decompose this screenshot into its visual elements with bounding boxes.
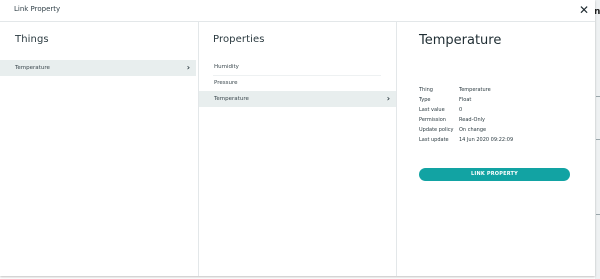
detail-key: Last value [419, 107, 445, 113]
property-item-label: Temperature [214, 96, 249, 102]
detail-value: 14 Jun 2020 09:22:09 [459, 137, 514, 143]
properties-column: Properties Humidity Pressure Temperature… [199, 22, 397, 276]
background-divider [596, 96, 600, 97]
property-detail-panel: Temperature Thing Temperature Type Float… [397, 22, 595, 276]
property-item-label: Humidity [214, 64, 239, 70]
property-item-pressure[interactable]: Pressure [199, 75, 396, 91]
background-divider [596, 214, 600, 215]
background-divider [596, 139, 600, 140]
detail-key: Thing [419, 87, 433, 93]
detail-key: Update policy [419, 127, 454, 133]
detail-key: Type [419, 97, 431, 103]
dialog-header: Link Property ✕ [0, 0, 595, 22]
chevron-right-icon: › [186, 63, 190, 72]
chevron-right-icon: › [386, 94, 390, 103]
detail-value: Float [459, 97, 472, 103]
property-item-label: Pressure [214, 80, 238, 86]
detail-value: 0 [459, 107, 463, 113]
detail-value: Temperature [459, 87, 491, 93]
things-heading: Things [15, 34, 49, 45]
detail-key: Last update [419, 137, 449, 143]
link-property-button[interactable]: LINK PROPERTY [419, 168, 570, 181]
things-column: Things Temperature › [0, 22, 199, 276]
link-property-dialog: Link Property ✕ Things Temperature › Pro… [0, 0, 595, 276]
detail-value: Read-Only [459, 117, 485, 123]
dialog-title: Link Property [14, 5, 61, 13]
thing-item-temperature[interactable]: Temperature › [0, 60, 196, 76]
detail-value: On change [459, 127, 487, 133]
property-item-humidity[interactable]: Humidity [199, 59, 396, 75]
close-icon[interactable]: ✕ [577, 2, 591, 18]
thing-item-label: Temperature [15, 65, 50, 71]
detail-key: Permission [419, 117, 446, 123]
property-detail-title: Temperature [419, 33, 502, 48]
properties-heading: Properties [213, 34, 265, 45]
property-item-temperature[interactable]: Temperature › [199, 91, 396, 107]
